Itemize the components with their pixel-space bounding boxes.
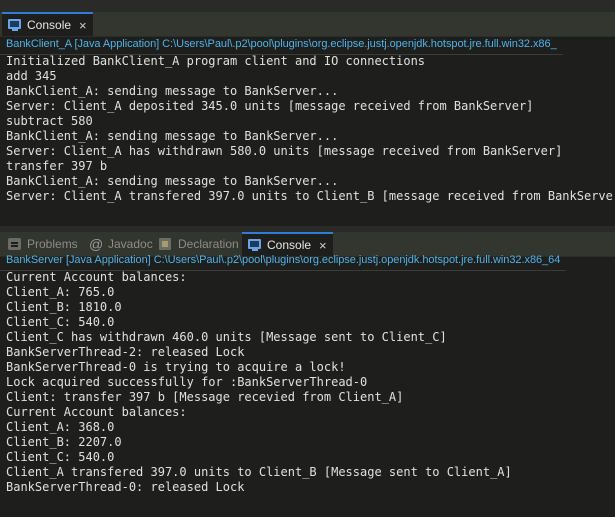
tab-console-label: Console [27,18,72,32]
console-line: Client_C: 540.0 [6,315,115,329]
server-console-view: Problems @ Javadoc Declaration Console ×… [0,232,615,517]
console-line: Client_C: 540.0 [6,450,115,464]
console-line: Client_A: 368.0 [6,420,115,434]
tab-javadoc-label: Javadoc [108,237,153,251]
console-line: transfer 397 b [6,159,108,173]
tab-console-server[interactable]: Console × [242,232,333,256]
console-line: Client_B: 2207.0 [6,435,122,449]
console-line: BankServerThread-2: released Lock [6,345,245,359]
console-line: Current Account balances: [6,405,187,419]
tab-declaration-label: Declaration [178,237,239,251]
tab-declaration[interactable]: Declaration [159,232,239,256]
tab-javadoc[interactable]: @ Javadoc [89,232,153,256]
console-icon [248,238,262,252]
console-line: Server: Client_A deposited 345.0 units [… [6,99,534,113]
console-line: Server: Client_A transfered 397.0 units … [6,189,615,203]
console-icon [8,18,22,32]
console-line: BankServerThread-0 is trying to acquire … [6,360,346,374]
client-console-output: Initialized BankClient_A program client … [6,54,615,204]
console-line: Client: transfer 397 b [Message recevied… [6,390,404,404]
client-process-label: BankClient_A [Java Application] C:\Users… [0,38,563,55]
console-line: add 345 [6,69,57,83]
tab-problems[interactable]: Problems [8,232,78,256]
console-line: Client_A transfered 397.0 units to Clien… [6,465,512,479]
console-line: Current Account balances: [6,270,187,284]
console-line: Client_B: 1810.0 [6,300,122,314]
console-line: Server: Client_A has withdrawn 580.0 uni… [6,144,563,158]
declaration-icon [159,237,173,251]
server-process-label: BankServer [Java Application] C:\Users\P… [0,254,567,271]
server-console-output: Current Account balances: Client_A: 765.0… [6,270,512,495]
tab-console-client[interactable]: Console × [2,12,93,36]
client-console-view: Console × BankClient_A [Java Application… [0,12,615,226]
client-console-tabbar: Console × [0,12,615,37]
console-line: BankClient_A: sending message to BankSer… [6,129,339,143]
window-top-strip [0,0,615,12]
tab-console-label: Console [267,238,312,252]
console-line: Client_C has withdrawn 460.0 units [Mess… [6,330,447,344]
javadoc-icon: @ [89,236,104,252]
problems-icon [8,237,22,251]
console-line: BankServerThread-0: released Lock [6,480,245,494]
close-icon[interactable]: × [79,18,87,33]
console-line: Client_A: 765.0 [6,285,115,299]
console-line: BankClient_A: sending message to BankSer… [6,84,339,98]
console-line: BankClient_A: sending message to BankSer… [6,174,339,188]
console-line: subtract 580 [6,114,93,128]
tab-problems-label: Problems [27,237,78,251]
close-icon[interactable]: × [319,238,327,253]
console-line: Lock acquired successfully for :BankServ… [6,375,368,389]
console-line: Initialized BankClient_A program client … [6,54,426,68]
